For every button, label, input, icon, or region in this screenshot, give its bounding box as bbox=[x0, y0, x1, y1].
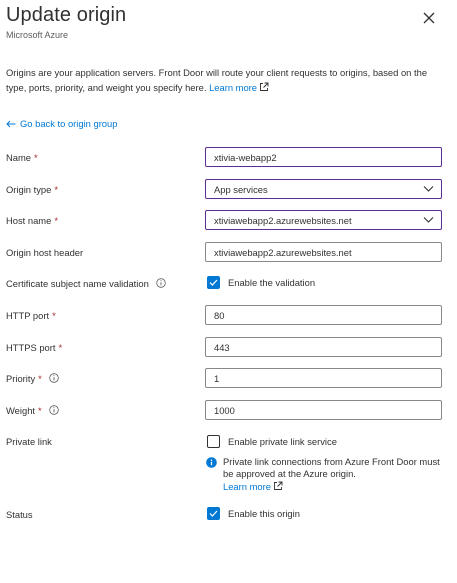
origin-host-header-label: Origin host header bbox=[6, 246, 84, 258]
origin-host-header-value: xtiviawebapp2.azurewebsites.net bbox=[214, 246, 352, 258]
private-link-note-text: Private link connections from Azure Fron… bbox=[223, 456, 440, 479]
cert-validation-checkbox[interactable] bbox=[207, 276, 220, 289]
external-link-icon bbox=[260, 82, 269, 91]
close-icon bbox=[423, 12, 435, 24]
close-button[interactable] bbox=[420, 9, 438, 27]
http-port-value: 80 bbox=[214, 309, 225, 321]
cert-validation-label: Certificate subject name validation bbox=[6, 277, 149, 289]
name-label: Name bbox=[6, 151, 32, 163]
name-input[interactable]: xtivia-webapp2 bbox=[205, 147, 442, 167]
checkmark-icon bbox=[209, 279, 218, 286]
https-port-value: 443 bbox=[214, 341, 230, 353]
origin-type-label-row: Origin type * bbox=[6, 179, 58, 199]
status-checkbox[interactable] bbox=[207, 507, 220, 520]
priority-value: 1 bbox=[214, 372, 220, 384]
intro-text-block: Origins are your application servers. Fr… bbox=[6, 66, 446, 95]
priority-input[interactable]: 1 bbox=[205, 368, 442, 388]
https-port-label-row: HTTPS port * bbox=[6, 337, 62, 357]
required-marker: * bbox=[38, 372, 42, 384]
http-port-label-row: HTTP port * bbox=[6, 305, 56, 325]
arrow-left-icon bbox=[6, 120, 16, 127]
http-port-label: HTTP port bbox=[6, 309, 50, 321]
info-icon[interactable] bbox=[48, 405, 59, 415]
required-marker: * bbox=[54, 214, 58, 226]
status-label-row: Status bbox=[6, 504, 33, 524]
external-link-icon bbox=[274, 481, 283, 490]
origin-host-header-label-row: Origin host header bbox=[6, 242, 83, 262]
weight-input[interactable]: 1000 bbox=[205, 400, 442, 420]
priority-label-row: Priority * bbox=[6, 368, 59, 388]
checkmark-icon bbox=[209, 510, 218, 517]
info-icon[interactable] bbox=[49, 373, 59, 383]
name-label-row: Name * bbox=[6, 147, 38, 167]
http-port-input[interactable]: 80 bbox=[205, 305, 442, 325]
weight-value: 1000 bbox=[214, 404, 235, 416]
info-icon[interactable] bbox=[156, 278, 166, 288]
origin-type-label: Origin type bbox=[6, 183, 52, 195]
required-marker: * bbox=[58, 341, 63, 353]
cert-validation-label-row: Certificate subject name validation bbox=[6, 273, 166, 293]
learn-more-link[interactable]: Learn more bbox=[209, 82, 269, 93]
learn-more-label: Learn more bbox=[223, 481, 271, 492]
back-link-label: Go back to origin group bbox=[20, 118, 118, 129]
panel-title: Update origin bbox=[6, 4, 127, 26]
private-link-checkbox-label: Enable private link service bbox=[228, 436, 337, 447]
chevron-down-icon bbox=[423, 217, 434, 223]
status-checkbox-row[interactable]: Enable this origin bbox=[207, 507, 300, 520]
origin-host-header-input[interactable]: xtiviawebapp2.azurewebsites.net bbox=[205, 242, 442, 262]
weight-label: Weight bbox=[6, 404, 36, 416]
required-marker: * bbox=[54, 183, 58, 195]
private-link-checkbox-row[interactable]: Enable private link service bbox=[207, 435, 337, 448]
back-to-origin-group-link[interactable]: Go back to origin group bbox=[6, 118, 117, 129]
required-marker: * bbox=[52, 309, 56, 321]
private-link-checkbox[interactable] bbox=[207, 435, 220, 448]
name-input-value: xtivia-webapp2 bbox=[214, 151, 277, 163]
cert-validation-checkbox-label: Enable the validation bbox=[228, 277, 316, 288]
https-port-label: HTTPS port bbox=[6, 341, 56, 353]
learn-more-label: Learn more bbox=[209, 81, 258, 93]
private-link-note: Private link connections from Azure Fron… bbox=[206, 456, 446, 493]
priority-label: Priority bbox=[6, 372, 36, 384]
private-link-label: Private link bbox=[6, 435, 52, 447]
status-label: Status bbox=[6, 508, 33, 520]
private-link-label-row: Private link bbox=[6, 431, 52, 451]
https-port-input[interactable]: 443 bbox=[205, 337, 442, 357]
host-name-label-row: Host name * bbox=[6, 210, 58, 230]
status-checkbox-label: Enable this origin bbox=[228, 508, 300, 519]
cert-validation-checkbox-row[interactable]: Enable the validation bbox=[207, 276, 315, 289]
required-marker: * bbox=[38, 404, 42, 416]
origin-type-value: App services bbox=[214, 183, 268, 195]
origin-type-select[interactable]: App services bbox=[205, 179, 442, 199]
host-name-select[interactable]: xtiviawebapp2.azurewebsites.net bbox=[205, 210, 442, 230]
required-marker: * bbox=[34, 151, 38, 163]
info-filled-icon bbox=[206, 457, 217, 468]
panel-subtitle: Microsoft Azure bbox=[6, 30, 69, 40]
private-link-learn-more-link[interactable]: Learn more bbox=[223, 481, 283, 493]
weight-label-row: Weight * bbox=[6, 400, 59, 420]
host-name-value: xtiviawebapp2.azurewebsites.net bbox=[214, 214, 352, 226]
chevron-down-icon bbox=[423, 186, 434, 192]
host-name-label: Host name bbox=[6, 214, 52, 226]
